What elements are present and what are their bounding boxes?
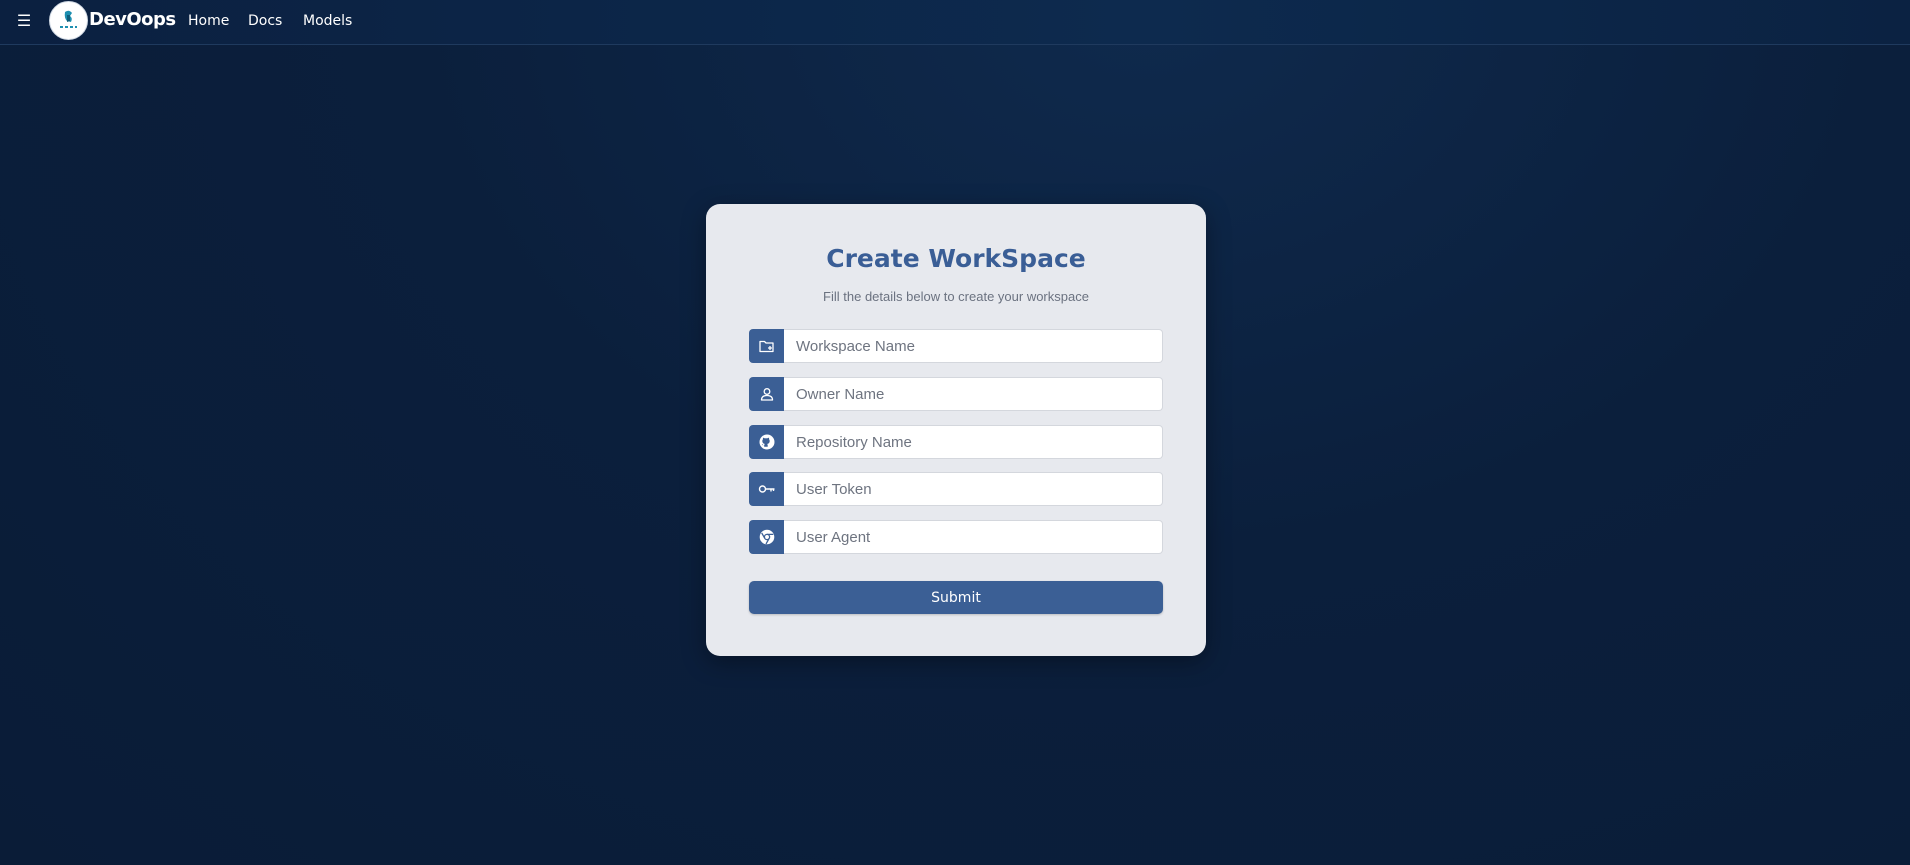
logo-graphic <box>50 2 87 39</box>
user-icon <box>749 377 784 411</box>
repository-name-input[interactable] <box>784 425 1163 459</box>
key-icon <box>749 472 784 506</box>
nav-link-docs[interactable]: Docs <box>248 11 282 31</box>
nav-link-models[interactable]: Models <box>303 11 352 31</box>
submit-button[interactable]: Submit <box>749 581 1163 614</box>
workspace-name-input[interactable] <box>784 329 1163 363</box>
user-token-input[interactable] <box>784 472 1163 506</box>
brand-name[interactable]: DevOops <box>89 8 176 32</box>
owner-name-input[interactable] <box>784 377 1163 411</box>
nav-link-home[interactable]: Home <box>188 11 229 31</box>
user-agent-input[interactable] <box>784 520 1163 554</box>
form-subtitle: Fill the details below to create your wo… <box>823 289 1089 304</box>
workspace-name-field <box>749 329 1163 363</box>
owner-name-field <box>749 377 1163 411</box>
folder-plus-icon <box>749 329 784 363</box>
form-title: Create WorkSpace <box>826 244 1086 273</box>
top-navbar: ☰ DevOops Home Docs Models <box>0 0 1910 45</box>
user-token-field <box>749 472 1163 506</box>
github-icon <box>749 425 784 459</box>
devoops-logo[interactable] <box>49 1 88 40</box>
create-workspace-card: Create WorkSpace Fill the details below … <box>706 204 1206 656</box>
chrome-icon <box>749 520 784 554</box>
hamburger-menu-icon[interactable]: ☰ <box>16 12 32 32</box>
user-agent-field <box>749 520 1163 554</box>
repository-name-field <box>749 425 1163 459</box>
